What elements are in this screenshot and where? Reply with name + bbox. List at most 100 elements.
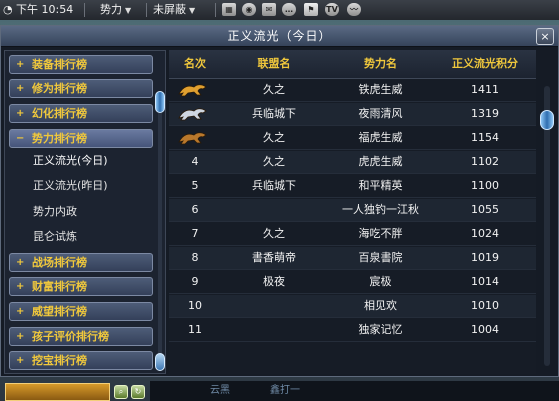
category-label: 战场排行榜 (32, 256, 87, 269)
expand-icon: + (16, 83, 25, 94)
expand-icon: + (16, 281, 25, 292)
expand-icon: + (16, 257, 25, 268)
faction-dropdown[interactable]: 势力 ▼ (100, 0, 131, 20)
category-wealth[interactable]: + 财富排行榜 (9, 277, 153, 296)
category-label: 修为排行榜 (32, 82, 87, 95)
sidebar-scroll-track[interactable] (158, 97, 162, 359)
subitem-justice-yesterday[interactable]: 正义流光(昨日) (33, 177, 108, 195)
table-row[interactable]: 久之 铁虎生威 1411 (169, 79, 536, 102)
category-label: 财富排行榜 (32, 280, 87, 293)
faction-cell: 百泉書院 (358, 251, 403, 264)
alliance-cell: 久之 (263, 227, 285, 240)
subitem-faction-affairs[interactable]: 势力内政 (33, 203, 77, 221)
faction-cell: 相见欢 (364, 299, 397, 312)
refresh-icon[interactable]: ↻ (131, 385, 145, 399)
category-equipment[interactable]: + 装备排行榜 (9, 55, 153, 74)
table-row[interactable]: 久之 福虎生威 1154 (169, 127, 536, 150)
rank-cell (169, 127, 221, 150)
table-row[interactable]: 8 書香萌帝 百泉書院 1019 (169, 247, 536, 270)
rank-cell: 4 (191, 155, 199, 168)
close-button[interactable]: × (536, 28, 554, 45)
status-dropdown[interactable]: 未屏蔽 ▼ (153, 0, 195, 20)
top-status-bar: ◔ 下午 10:54 势力 ▼ 未屏蔽 ▼ ▦ ◉ ✉ … ⚑ TV 〰 (0, 0, 559, 21)
expand-icon: + (16, 306, 25, 317)
subitem-justice-today[interactable]: 正义流光(今日) (33, 152, 108, 170)
rank-cell: 10 (188, 299, 202, 312)
rank-cell: 7 (191, 227, 199, 240)
category-label: 幻化排行榜 (32, 107, 87, 120)
faction-cell: 福虎生威 (358, 131, 403, 144)
category-sidebar: + 装备排行榜 + 修为排行榜 + 幻化排行榜 − 势力排行榜 正义流光(今日)… (4, 50, 166, 374)
score-cell: 1055 (471, 203, 499, 216)
alliance-cell: 書香萌帝 (252, 251, 296, 264)
header-rank: 名次 (184, 57, 206, 70)
rank-cell: 6 (191, 203, 199, 216)
alliance-cell: 兵临城下 (252, 179, 296, 192)
alliance-cell (221, 319, 327, 342)
rank-cell (169, 79, 221, 102)
alliance-cell: 久之 (263, 155, 285, 168)
alliance-cell: 久之 (263, 131, 285, 144)
search-icon[interactable]: ⌕ (114, 385, 128, 399)
faction-cell: 铁虎生威 (358, 83, 403, 96)
category-treasure[interactable]: + 挖宝排行榜 (9, 351, 153, 370)
table-scroll-thumb[interactable] (540, 110, 554, 130)
table-row[interactable]: 11 独家记忆 1004 (169, 319, 536, 342)
alliance-cell: 极夜 (263, 275, 285, 288)
subitem-kunlun-trial[interactable]: 昆仑试炼 (33, 228, 77, 246)
sidebar-scroll-down-button[interactable] (155, 353, 165, 371)
rank-cell: 8 (191, 251, 199, 264)
table-header: 名次 联盟名 势力名 正义流光积分 (169, 50, 536, 79)
sidebar-scroll-thumb[interactable] (155, 91, 165, 113)
header-alliance: 联盟名 (257, 57, 291, 70)
panel-title: 正义流光（今日） (1, 26, 558, 47)
score-cell: 1154 (471, 131, 499, 144)
chat-icon[interactable]: … (282, 3, 296, 16)
table-row[interactable]: 10 相见欢 1010 (169, 295, 536, 318)
wave-icon[interactable]: 〰 (347, 3, 361, 16)
faction-cell: 和平精英 (358, 179, 403, 192)
category-cultivation[interactable]: + 修为排行榜 (9, 79, 153, 98)
score-cell: 1019 (471, 251, 499, 264)
table-row[interactable]: 兵临城下 夜雨清风 1319 (169, 103, 536, 126)
faction-cell: 宸极 (369, 275, 392, 288)
category-children[interactable]: + 孩子评价排行榜 (9, 327, 153, 346)
rank-cell (169, 103, 221, 126)
header-faction: 势力名 (364, 57, 397, 70)
status-dropdown-label: 未屏蔽 (153, 3, 186, 16)
score-cell: 1319 (471, 107, 499, 120)
category-prestige[interactable]: + 威望排行榜 (9, 302, 153, 321)
rank-cell: 9 (191, 275, 199, 288)
chevron-down-icon: ▼ (189, 6, 196, 15)
chevron-down-icon: ▼ (125, 6, 132, 15)
tv-icon[interactable]: TV (325, 3, 339, 16)
hud-text-left: 云黑 (210, 385, 230, 396)
rank-cell: 5 (191, 179, 199, 192)
faction-cell: 海吃不胖 (358, 227, 403, 240)
category-label: 孩子评价排行榜 (32, 330, 109, 343)
mail-icon[interactable]: ✉ (262, 3, 276, 16)
table-row[interactable]: 7 久之 海吃不胖 1024 (169, 223, 536, 246)
faction-dropdown-label: 势力 (100, 3, 122, 16)
header-score: 正义流光积分 (452, 57, 518, 70)
table-row[interactable]: 5 兵临城下 和平精英 1100 (169, 175, 536, 198)
category-appearance[interactable]: + 幻化排行榜 (9, 104, 153, 123)
table-row[interactable]: 9 极夜 宸极 1014 (169, 271, 536, 294)
pvp-icon[interactable]: ⚑ (304, 3, 318, 16)
score-cell: 1102 (471, 155, 499, 168)
category-label: 势力排行榜 (32, 132, 87, 145)
alliance-cell (221, 199, 327, 222)
faction-cell: 一人独钓一江秋 (342, 203, 419, 216)
table-row[interactable]: 4 久之 虎虎生威 1102 (169, 151, 536, 174)
category-label: 装备排行榜 (32, 58, 87, 71)
hud-text-right: 鑫打一 (270, 385, 300, 396)
rank-bronze-medal-icon (178, 132, 207, 145)
category-faction[interactable]: − 势力排行榜 (9, 129, 153, 148)
expand-icon: + (16, 59, 25, 70)
category-battlefield[interactable]: + 战场排行榜 (9, 253, 153, 272)
table-row[interactable]: 6 一人独钓一江秋 1055 (169, 199, 536, 222)
settings-icon[interactable]: ◉ (242, 3, 256, 16)
category-label: 威望排行榜 (32, 305, 87, 318)
keyboard-icon[interactable]: ▦ (222, 3, 236, 16)
faction-cell: 独家记忆 (358, 323, 403, 336)
